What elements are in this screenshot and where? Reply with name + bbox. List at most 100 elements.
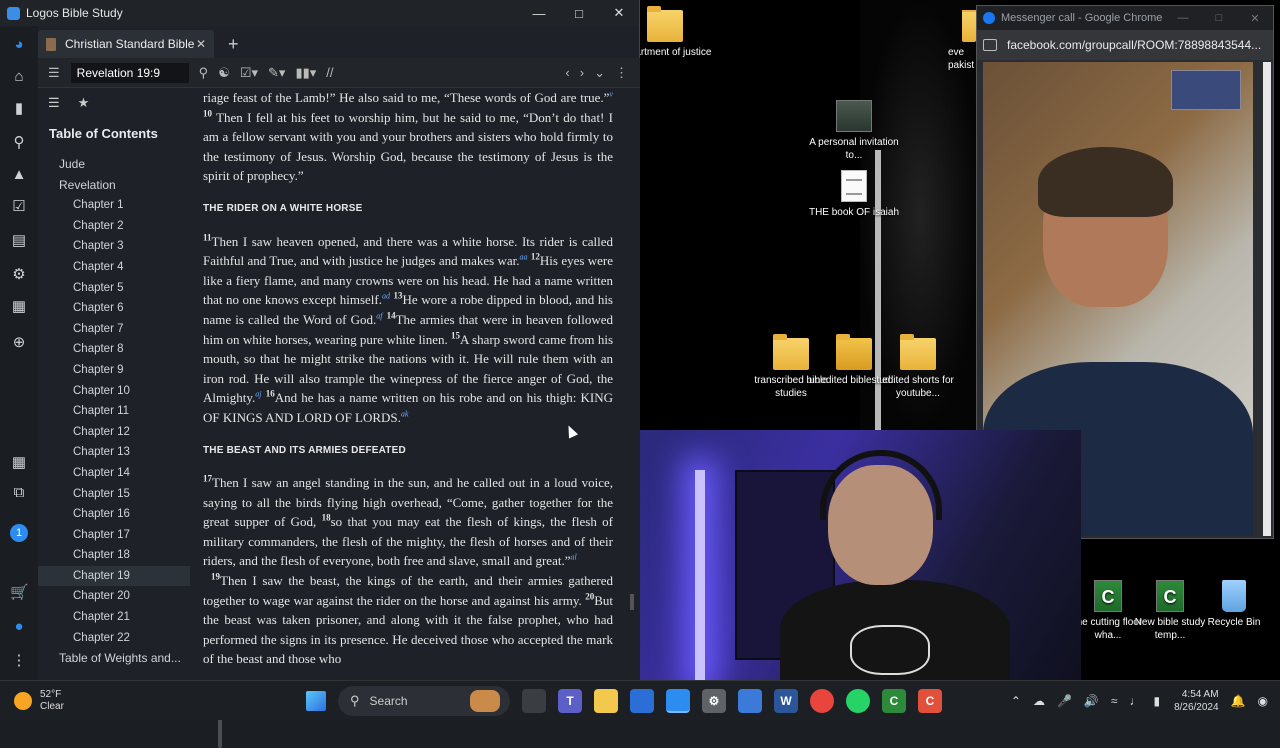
footnote-marker[interactable]: af [376,312,382,321]
panel-more-icon[interactable]: ⋮ [615,65,628,81]
account-icon[interactable]: ● [10,618,28,636]
home-icon[interactable]: ⌂ [10,68,28,86]
toc-item-chapter-15[interactable]: Chapter 15 [38,484,190,505]
panel-menu-icon[interactable]: ☰ [48,65,60,81]
toc-item-chapter-9[interactable]: Chapter 9 [38,360,190,381]
task-view-icon[interactable] [522,688,546,713]
toc-item-chapter-11[interactable]: Chapter 11 [38,401,190,422]
toc-item-chapter-19[interactable]: Chapter 19 [38,565,190,587]
reference-box[interactable]: Revelation 19:9 [70,62,189,83]
document-icon[interactable]: ▤ [10,232,28,250]
highlight-icon[interactable]: ✎▾ [268,65,285,81]
copilot-icon[interactable]: ◉ [1258,694,1268,708]
guide-icon[interactable]: ▲ [10,166,28,184]
more-icon[interactable]: ⋮ [10,652,28,670]
tools-icon[interactable]: ⚙ [10,266,28,284]
camtasia-red-icon[interactable]: C [918,688,942,713]
toc-item-chapter-14[interactable]: Chapter 14 [38,463,190,484]
minimize-button[interactable]: — [519,6,559,21]
close-button[interactable]: ✕ [599,5,639,21]
tab-close-icon[interactable]: ✕ [196,37,206,51]
toc-item-chapter-20[interactable]: Chapter 20 [38,586,190,607]
footnote-marker[interactable]: v [609,90,613,99]
logos-home-icon[interactable]: ◕ [10,36,28,54]
maximize-button[interactable]: □ [559,6,599,21]
footnote-marker[interactable]: ak [401,410,409,419]
toc-tab-icon[interactable]: ☰ [48,95,60,111]
desktop-icon-edited-shorts[interactable]: edited shorts for youtube... [870,334,966,400]
search-icon[interactable]: ⚲ [10,134,28,152]
toc-item-chapter-5[interactable]: Chapter 5 [38,278,190,299]
toc-item-chapter-22[interactable]: Chapter 22 [38,628,190,649]
desktop-icon-book-of-isaiah[interactable]: THE book OF isaiah [806,170,902,219]
battery-icon[interactable]: ▮ [1153,694,1160,708]
verse-number[interactable]: 16 [266,389,275,399]
back-icon[interactable]: ‹ [565,65,569,80]
word-icon[interactable]: W [774,688,798,713]
parallel-resources-icon[interactable]: ☯ [218,65,230,81]
visual-filters-icon[interactable]: ☑▾ [240,65,258,81]
desktop-icon-personal-invitation[interactable]: A personal invitation to... [806,100,902,162]
tab-christian-standard-bible[interactable]: Christian Standard Bible ✕ [38,30,214,58]
clock[interactable]: 4:54 AM 8/26/2024 [1174,688,1219,714]
toc-item-chapter-3[interactable]: Chapter 3 [38,236,190,257]
tray-overflow-icon[interactable]: ⌃ [1011,694,1021,708]
verse-number[interactable]: 10 [203,108,212,118]
notification-badge[interactable]: 1 [10,524,28,542]
logos-taskbar-icon[interactable] [666,688,690,713]
toc-item-chapter-18[interactable]: Chapter 18 [38,545,190,566]
address-bar[interactable]: facebook.com/groupcall/ROOM:78898843544.… [977,30,1273,60]
start-button[interactable] [306,690,326,711]
chrome-icon[interactable] [810,688,834,713]
weather-widget[interactable]: 52°F Clear [0,689,140,713]
library-icon[interactable]: ▮ [10,100,28,118]
layouts-icon[interactable]: ▦ [10,454,28,472]
microphone-icon[interactable]: 🎤 [1057,694,1072,708]
volume-icon[interactable]: 🔊 [1084,694,1099,708]
add-icon[interactable]: ⊕ [10,334,28,352]
history-dropdown-icon[interactable]: ⌄ [594,65,605,81]
desktop-icon-recycle-bin[interactable]: Recycle Bin [1186,580,1280,629]
notepad-icon[interactable] [738,688,762,713]
wifi-icon[interactable]: ≈ [1111,694,1118,708]
taskbar-search[interactable]: ⚲ Search [338,685,510,716]
toc-item-chapter-21[interactable]: Chapter 21 [38,607,190,628]
speaker-icon[interactable]: ♩ [1129,694,1141,708]
toc-item-chapter-7[interactable]: Chapter 7 [38,319,190,340]
new-tab-button[interactable]: + [228,34,239,55]
toc-item-chapter-6[interactable]: Chapter 6 [38,298,190,319]
verse-number[interactable]: 20 [585,591,594,601]
forward-icon[interactable]: › [580,65,584,80]
toc-item-chapter-1[interactable]: Chapter 1 [38,195,190,216]
checklist-icon[interactable]: ☑ [10,198,28,216]
toc-item-chapter-2[interactable]: Chapter 2 [38,216,190,237]
site-info-icon[interactable] [983,39,997,51]
chrome-scrollbar[interactable] [1263,62,1271,536]
interlinear-icon[interactable]: // [326,65,333,80]
toc-item-chapter-8[interactable]: Chapter 8 [38,339,190,360]
store-icon[interactable] [630,688,654,713]
footnote-marker[interactable]: al [570,553,576,562]
verse-number[interactable]: 14 [387,311,396,321]
verse-number[interactable]: 19 [211,572,220,582]
toc-item-chapter-17[interactable]: Chapter 17 [38,525,190,546]
apps-grid-icon[interactable]: ▦ [10,298,28,316]
desktop-icon-partial[interactable]: eve pakist [948,10,978,72]
toc-item-chapter-4[interactable]: Chapter 4 [38,257,190,278]
minimize-button[interactable]: — [1165,12,1201,24]
close-panels-icon[interactable]: ⧉ [10,484,28,502]
verse-number[interactable]: 17 [203,474,212,484]
toc-item-chapter-16[interactable]: Chapter 16 [38,504,190,525]
toc-item-jude[interactable]: Jude [38,154,190,175]
self-view-video[interactable] [1171,70,1241,110]
view-mode-icon[interactable]: ▮▮▾ [295,65,316,81]
toc-item-chapter-10[interactable]: Chapter 10 [38,381,190,402]
cloud-icon[interactable]: ☁ [1033,694,1045,708]
verse-number[interactable]: 18 [322,513,331,523]
reader-scrollbar[interactable] [630,594,634,610]
verse-number[interactable]: 15 [451,330,460,340]
camtasia-green-icon[interactable]: C [882,688,906,713]
search-icon[interactable]: ⚲ [199,65,209,81]
notification-icon[interactable]: 🔔 [1231,694,1246,708]
footnote-marker[interactable]: aj [255,390,261,399]
